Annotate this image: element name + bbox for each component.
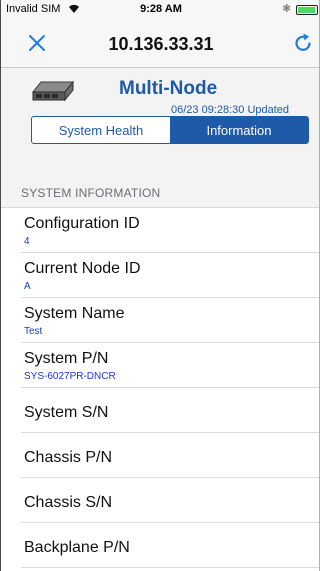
row-label: Configuration ID [24,215,140,232]
section-title: SYSTEM INFORMATION [21,186,161,200]
row-label: System P/N [24,350,109,367]
battery-icon [296,5,318,15]
tab-information[interactable]: Information [170,117,308,143]
refresh-icon[interactable] [291,31,315,55]
row-label: Backplane P/N [24,539,130,556]
nav-bar: 10.136.33.31 [1,20,319,68]
row-label: System S/N [24,404,109,421]
row-value: Test [24,326,43,337]
list-item: Chassis P/N [21,433,319,478]
list-item: Configuration ID 4 [21,208,319,253]
view-segmented-control: System Health Information [31,116,309,144]
list-item: Chassis S/N [21,478,319,523]
status-bar: Invalid SIM 9:28 AM ✱ [1,0,319,20]
status-time: 9:28 AM [140,3,182,15]
list-item: System P/N SYS-6027PR-DNCR [21,343,319,388]
row-value: SYS-6027PR-DNCR [24,371,116,382]
list-item: System S/N [21,388,319,433]
server-icon [31,80,75,102]
device-name: Multi-Node [119,78,218,99]
row-label: Chassis S/N [24,494,113,511]
battery-level [298,7,316,13]
updated-timestamp: 06/23 09:28:30 Updated [171,104,290,116]
list-item: System Name Test [21,298,319,343]
list-item: Backplane P/N [21,523,319,568]
row-value: 4 [24,236,30,247]
bluetooth-icon: ✱ [282,3,292,15]
info-list: Configuration ID 4 Current Node ID A Sys… [1,208,319,568]
device-header: Multi-Node 06/23 09:28:30 Updated System… [1,68,319,180]
row-value: A [24,281,31,292]
tab-system-health[interactable]: System Health [32,117,170,143]
list-item: Current Node ID A [21,253,319,298]
nav-title: 10.136.33.31 [108,34,214,54]
app-frame: Invalid SIM 9:28 AM ✱ 10.136.33.31 Multi… [0,0,320,571]
row-label: Chassis P/N [24,449,113,466]
row-label: System Name [24,305,125,322]
section-header: SYSTEM INFORMATION [1,180,319,208]
row-label: Current Node ID [24,260,141,277]
